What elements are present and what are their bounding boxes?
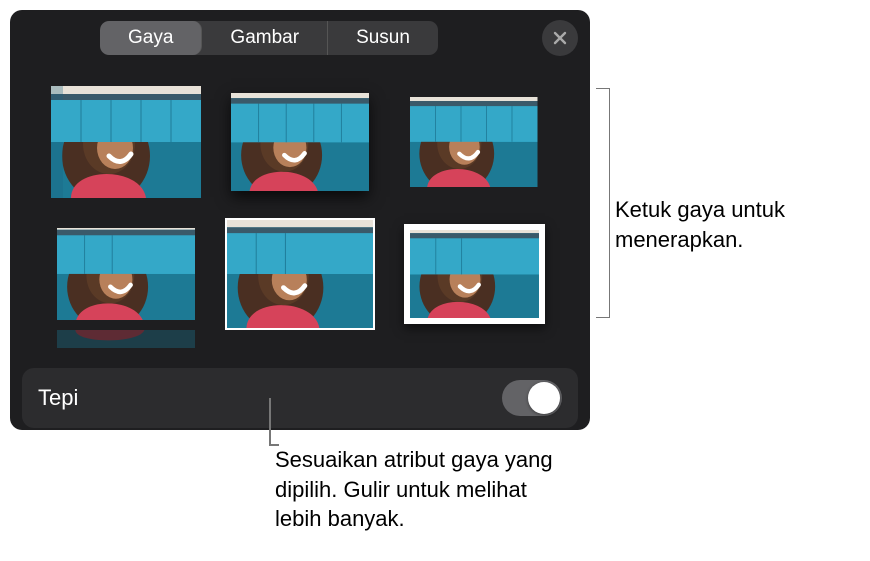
tab-style[interactable]: Gaya — [100, 21, 202, 55]
border-switch[interactable] — [502, 380, 562, 416]
style-thumb-thin-border[interactable] — [225, 218, 375, 330]
style-thumb-thick-border[interactable] — [399, 218, 549, 330]
border-label: Tepi — [38, 385, 78, 411]
callout-bracket — [596, 88, 610, 318]
style-thumb-shadow[interactable] — [225, 86, 375, 198]
style-thumb-small[interactable] — [399, 86, 549, 198]
styles-grid — [10, 62, 590, 356]
callout-styles: Ketuk gaya untuk menerapkan. — [615, 195, 855, 254]
border-row[interactable]: Tepi — [22, 368, 578, 428]
format-panel: Gaya Gambar Susun — [10, 10, 590, 430]
tabs-bar: Gaya Gambar Susun — [10, 10, 590, 62]
callout-attributes: Sesuaikan atribut gaya yang dipilih. Gul… — [275, 445, 575, 534]
tabs-segmented-control: Gaya Gambar Susun — [100, 21, 438, 55]
style-thumb-plain[interactable] — [51, 86, 201, 198]
tab-arrange[interactable]: Susun — [328, 21, 438, 55]
callout-leader — [269, 398, 271, 444]
tab-image[interactable]: Gambar — [202, 21, 328, 55]
close-button[interactable] — [542, 20, 578, 56]
close-icon — [552, 30, 568, 46]
style-thumb-reflection[interactable] — [51, 218, 201, 330]
